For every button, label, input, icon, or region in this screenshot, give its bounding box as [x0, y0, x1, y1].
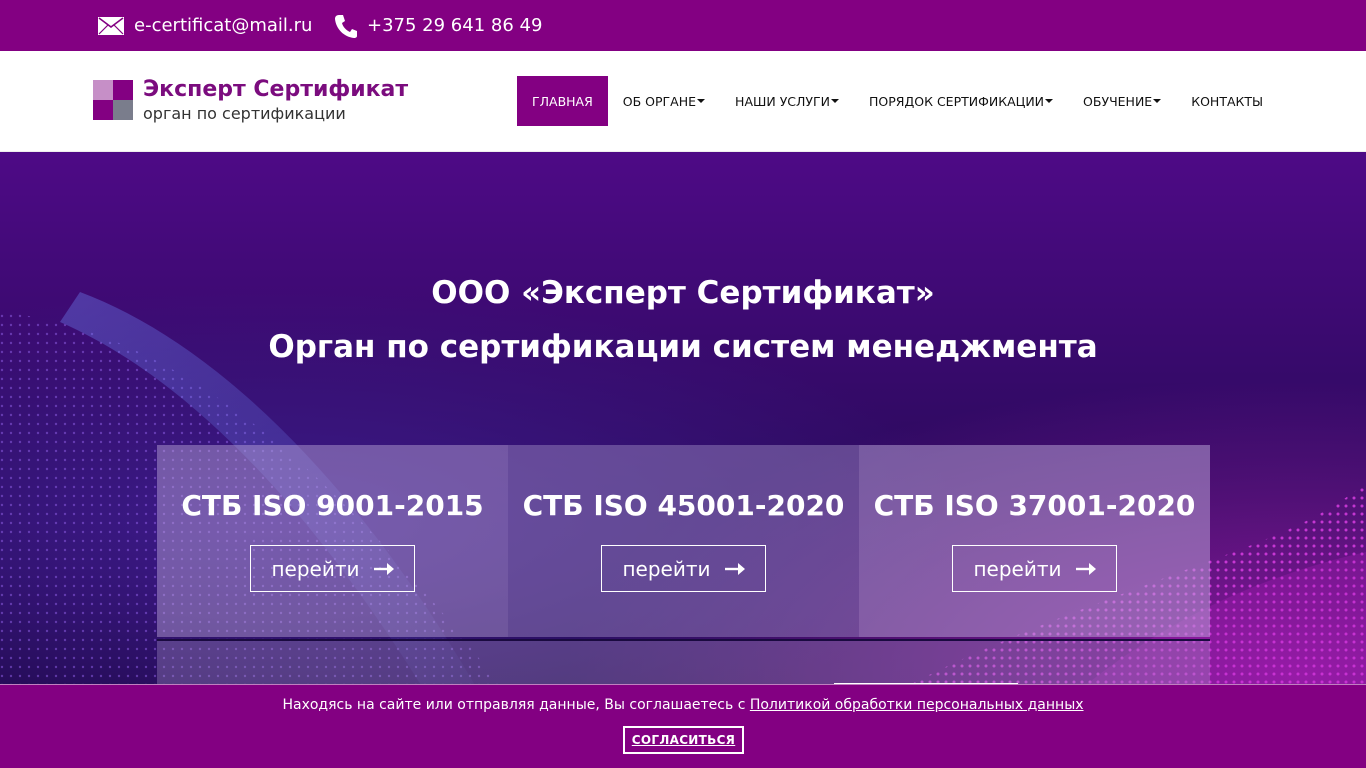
- caret-down-icon: [831, 99, 840, 103]
- privacy-policy-link[interactable]: Политикой обработки персональных данных: [750, 697, 1084, 713]
- envelope-icon: [98, 16, 124, 35]
- arrow-right-icon: [724, 562, 745, 575]
- go-button-label: перейти: [973, 556, 1062, 581]
- go-button-label: перейти: [622, 556, 711, 581]
- card-iso-9001: СТБ ISO 9001-2015 перейти: [157, 445, 508, 637]
- nav-label: КОНТАКТЫ: [1191, 93, 1264, 109]
- card-title: СТБ ISO 9001-2015: [181, 489, 484, 522]
- hero-section: ООО «Эксперт Сертификат» Орган по сертиф…: [0, 152, 1366, 768]
- logo-title[interactable]: Эксперт Сертификат: [143, 77, 408, 102]
- caret-down-icon: [1045, 99, 1054, 103]
- go-button[interactable]: перейти: [250, 545, 415, 592]
- site-header: Эксперт Сертификат орган по сертификации…: [0, 51, 1366, 152]
- card-iso-37001: СТБ ISO 37001-2020 перейти: [859, 445, 1210, 637]
- go-button-label: перейти: [271, 556, 360, 581]
- cookie-text: Находясь на сайте или отправляя данные, …: [282, 697, 750, 713]
- nav-label: НАШИ УСЛУГИ: [735, 93, 831, 109]
- hero-title: ООО «Эксперт Сертификат»: [431, 275, 935, 311]
- nav-label: ОБ ОРГАНЕ: [622, 93, 697, 109]
- card-title: СТБ ISO 37001-2020: [873, 489, 1196, 522]
- phone-contact[interactable]: +375 29 641 86 49: [335, 0, 542, 51]
- arrow-right-icon: [373, 562, 394, 575]
- agree-button[interactable]: СОГЛАСИТЬСЯ: [623, 726, 744, 754]
- nav-item-training[interactable]: ОБУЧЕНИЕ: [1068, 76, 1176, 126]
- cookie-message: Находясь на сайте или отправляя данные, …: [0, 697, 1366, 713]
- nav-item-home[interactable]: ГЛАВНАЯ: [517, 76, 608, 126]
- card-iso-45001: СТБ ISO 45001-2020 перейти: [508, 445, 859, 637]
- nav-item-about[interactable]: ОБ ОРГАНЕ: [608, 76, 720, 126]
- nav-label: ПОРЯДОК СЕРТИФИКАЦИИ: [869, 93, 1045, 109]
- arrow-right-icon: [1075, 562, 1096, 575]
- phone-text[interactable]: +375 29 641 86 49: [367, 15, 542, 36]
- standards-cards: СТБ ISO 9001-2015 перейти СТБ ISO 45001-…: [157, 445, 1210, 637]
- cookie-consent-bar: Находясь на сайте или отправляя данные, …: [0, 684, 1366, 768]
- logo-icon[interactable]: [93, 80, 133, 120]
- caret-down-icon: [1153, 99, 1162, 103]
- top-contact-bar: e-certificat@mail.ru +375 29 641 86 49: [0, 0, 1366, 51]
- hero-subtitle: Орган по сертификации систем менеджмента: [268, 329, 1098, 365]
- email-contact[interactable]: e-certificat@mail.ru: [98, 0, 312, 51]
- nav-label: ГЛАВНАЯ: [532, 93, 593, 109]
- logo-subtitle: орган по сертификации: [143, 104, 346, 123]
- go-button[interactable]: перейти: [952, 545, 1117, 592]
- nav-item-certification-order[interactable]: ПОРЯДОК СЕРТИФИКАЦИИ: [854, 76, 1068, 126]
- nav-item-services[interactable]: НАШИ УСЛУГИ: [720, 76, 854, 126]
- nav-label: ОБУЧЕНИЕ: [1083, 93, 1153, 109]
- card-title: СТБ ISO 45001-2020: [522, 489, 845, 522]
- main-nav: ГЛАВНАЯ ОБ ОРГАНЕ НАШИ УСЛУГИ ПОРЯДОК СЕ…: [517, 76, 1278, 126]
- phone-icon: [335, 14, 357, 38]
- nav-item-contacts[interactable]: КОНТАКТЫ: [1176, 76, 1278, 126]
- caret-down-icon: [697, 99, 706, 103]
- go-button[interactable]: перейти: [601, 545, 766, 592]
- email-text[interactable]: e-certificat@mail.ru: [134, 15, 312, 36]
